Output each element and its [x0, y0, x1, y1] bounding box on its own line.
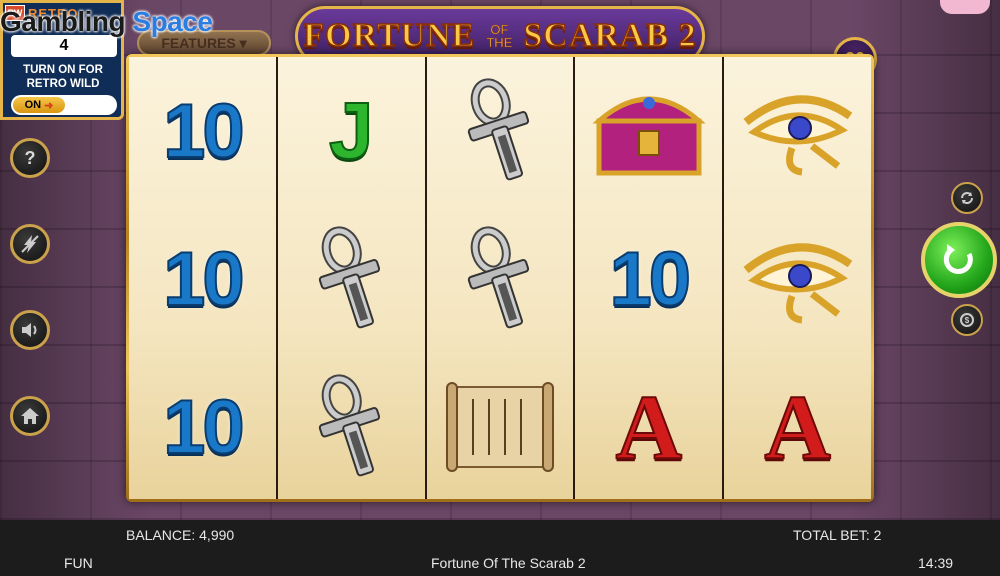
- lightning-icon: [21, 235, 39, 253]
- ankh-icon: [278, 353, 425, 501]
- symbol-text: 10: [162, 236, 246, 323]
- chevron-down-icon: ▾: [239, 34, 247, 51]
- balance-value: 4,990: [199, 527, 235, 543]
- papyrus-scroll-icon: [427, 353, 574, 501]
- symbol-text: 10: [609, 236, 693, 323]
- reel-5: A: [724, 57, 871, 499]
- game-name: Fortune Of The Scarab 2: [431, 555, 586, 571]
- balance-display: BALANCE: 4,990: [126, 527, 234, 543]
- reel-2: J: [277, 57, 425, 501]
- total-bet-label: TOTAL BET:: [793, 527, 870, 543]
- eye-of-horus-icon: [724, 57, 871, 205]
- title-left: FORTUNE: [303, 16, 476, 55]
- toggle-label: ON: [24, 99, 42, 111]
- symbol-ten: 10: [129, 57, 276, 205]
- reel-1: 10 10 10: [129, 57, 276, 499]
- gambling-space-watermark: Gambling Space: [0, 6, 213, 38]
- mode-label: FUN: [64, 555, 93, 571]
- toggle-knob: ON ➜: [13, 97, 65, 113]
- reel-4: 10 A: [575, 57, 723, 501]
- symbol-ten: 10: [575, 205, 722, 353]
- reel-3: [426, 57, 574, 501]
- top-menu-tab[interactable]: [940, 0, 990, 14]
- home-button[interactable]: [10, 396, 50, 436]
- home-icon: [21, 408, 39, 424]
- symbol-ten: 10: [129, 205, 276, 353]
- ankh-icon: [427, 205, 574, 353]
- spin-arrow-icon: [943, 244, 973, 274]
- watermark-part-2: Space: [132, 6, 213, 37]
- title-small: OF THE: [486, 22, 513, 50]
- clock: 14:39: [918, 555, 954, 571]
- symbol-text: A: [763, 375, 831, 479]
- ankh-icon: [427, 57, 574, 205]
- symbol-ace: A: [575, 353, 722, 501]
- retro-wild-toggle[interactable]: ON ➜: [11, 95, 117, 115]
- retro-message: TURN ON FOR RETRO WILD: [23, 64, 103, 90]
- watermark-part-1: Gambling: [0, 6, 126, 37]
- autoplay-icon: [961, 192, 973, 204]
- autoplay-button[interactable]: [951, 182, 983, 214]
- coin-icon: $: [960, 313, 974, 327]
- symbol-ten: 10: [129, 353, 276, 501]
- ankh-icon: [278, 205, 425, 353]
- speaker-icon: [22, 323, 37, 337]
- treasure-chest-icon: [575, 57, 722, 205]
- balance-label: BALANCE:: [126, 527, 196, 543]
- retro-count: 4: [11, 35, 117, 57]
- sound-button[interactable]: [10, 310, 50, 350]
- reels-grid: 10 10 10 J 10 A A: [129, 57, 871, 499]
- eye-of-horus-icon: [724, 205, 871, 353]
- symbol-ace: A: [724, 353, 871, 501]
- turbo-button[interactable]: [10, 224, 50, 264]
- reel-frame: 10 10 10 J 10 A A: [126, 54, 874, 502]
- symbol-text: A: [615, 375, 683, 479]
- symbol-jack: J: [278, 57, 425, 205]
- symbol-text: J: [328, 85, 374, 176]
- symbol-text: 10: [162, 88, 246, 175]
- help-button[interactable]: ?: [10, 138, 50, 178]
- symbol-text: 10: [162, 384, 246, 471]
- title-right: SCARAB 2: [523, 16, 697, 55]
- arrow-right-icon: ➜: [41, 99, 54, 112]
- total-bet-value: 2: [873, 527, 882, 543]
- svg-text:$: $: [965, 316, 970, 325]
- bet-settings-button[interactable]: $: [951, 304, 983, 336]
- status-bar: BALANCE: 4,990 TOTAL BET: 2 FUN Fortune …: [0, 520, 1000, 576]
- total-bet-display: TOTAL BET: 2: [793, 527, 881, 543]
- help-icon: ?: [24, 147, 36, 168]
- spin-button[interactable]: [921, 222, 997, 298]
